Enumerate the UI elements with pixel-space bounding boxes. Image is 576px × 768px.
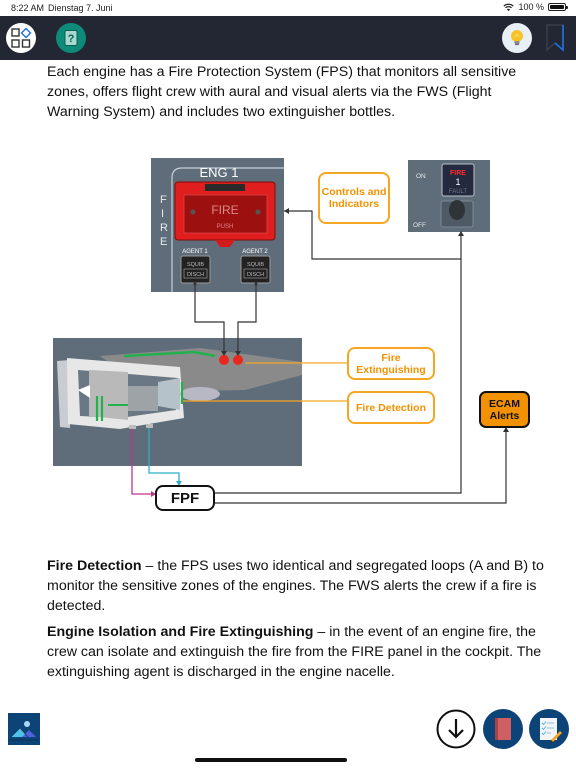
fire-push-button[interactable]: FIRE xyxy=(211,203,238,217)
engine-fire-panel: ENG 1 F I R E FIRE PUSH AGENT 1 AGENT 2 … xyxy=(151,158,284,292)
fire-detection-heading: Fire Detection xyxy=(47,558,142,574)
fire-side-letter: F xyxy=(160,194,167,206)
status-time: 8:22 AM xyxy=(11,3,45,13)
battery-icon xyxy=(548,3,568,11)
fire-push-sublabel: PUSH xyxy=(217,224,234,230)
grid-diamond-icon xyxy=(11,27,32,48)
fire-extinguishing-label: Fire Extinguishing xyxy=(347,347,435,380)
fire-detection-label: Fire Detection xyxy=(347,391,435,424)
book-icon xyxy=(483,709,523,749)
engine-illustration xyxy=(53,338,302,466)
svg-text:SQUIB: SQUIB xyxy=(247,262,264,268)
arrow-down-circle-icon xyxy=(436,709,476,749)
image-gallery-button[interactable] xyxy=(8,713,40,745)
bookmark-button[interactable] xyxy=(540,23,570,53)
switch-off-label: OFF xyxy=(413,222,426,229)
switch-on-label: ON xyxy=(416,173,426,180)
switch-engine-number: 1 xyxy=(455,177,460,187)
fpf-box: FPF xyxy=(155,485,215,511)
isolation-heading: Engine Isolation and Fire Extinguishing xyxy=(47,624,314,640)
bookmark-icon xyxy=(546,24,564,52)
extinguisher-bottle-2 xyxy=(233,355,243,365)
agent2-label: AGENT 2 xyxy=(242,249,268,255)
switch-fault-indicator: FAULT xyxy=(449,189,468,195)
agent1-squib-button[interactable]: SQUIB DISCH xyxy=(180,255,211,284)
battery-percent: 100 % xyxy=(518,2,544,12)
intro-paragraph: Each engine has a Fire Protection System… xyxy=(47,64,517,120)
status-bar: 8:22 AM Dienstag 7. Juni 100 % xyxy=(0,0,576,16)
agent1-label: AGENT 1 xyxy=(182,249,208,255)
menu-button[interactable] xyxy=(6,23,36,53)
status-date: Dienstag 7. Juni xyxy=(48,3,113,13)
svg-text:DISCH: DISCH xyxy=(247,272,264,278)
diagram-canvas: ENG 1 F I R E FIRE PUSH AGENT 1 AGENT 2 … xyxy=(53,158,509,504)
image-icon xyxy=(8,713,40,745)
notes-button[interactable] xyxy=(529,709,569,749)
svg-text:SQUIB: SQUIB xyxy=(187,262,204,268)
help-button[interactable]: ? xyxy=(56,23,86,53)
switch-fire-indicator: FIRE xyxy=(450,170,466,177)
fps-diagram: ENG 1 F I R E FIRE PUSH AGENT 1 AGENT 2 … xyxy=(0,150,576,530)
checklist-pencil-icon xyxy=(529,709,569,749)
home-indicator[interactable] xyxy=(195,758,347,762)
agent2-squib-button[interactable]: SQUIB DISCH xyxy=(240,255,271,284)
top-toolbar: ? xyxy=(0,16,576,60)
controls-indicators-label: Controls and Indicators xyxy=(318,172,390,224)
fire-side-letter: I xyxy=(161,208,164,220)
wifi-icon xyxy=(503,3,515,11)
engine-master-switch-panel: ON OFF FIRE 1 FAULT xyxy=(408,160,490,232)
tip-button[interactable] xyxy=(502,23,532,53)
svg-text:?: ? xyxy=(68,33,75,45)
fire-side-letter: R xyxy=(160,222,168,234)
fire-panel-title: ENG 1 xyxy=(199,165,238,180)
lightbulb-icon xyxy=(511,30,523,46)
svg-text:DISCH: DISCH xyxy=(187,272,204,278)
isolation-paragraph: Engine Isolation and Fire Extinguishing … xyxy=(47,622,547,682)
fire-side-letter: E xyxy=(160,236,167,248)
manual-button[interactable] xyxy=(483,709,523,749)
fire-detection-paragraph: Fire Detection – the FPS uses two identi… xyxy=(47,556,547,616)
ecam-alerts-box: ECAM Alerts xyxy=(479,391,530,428)
download-button[interactable] xyxy=(436,709,476,749)
extinguisher-bottle-1 xyxy=(219,355,229,365)
question-card-icon: ? xyxy=(64,30,78,46)
status-right: 100 % xyxy=(503,2,568,12)
